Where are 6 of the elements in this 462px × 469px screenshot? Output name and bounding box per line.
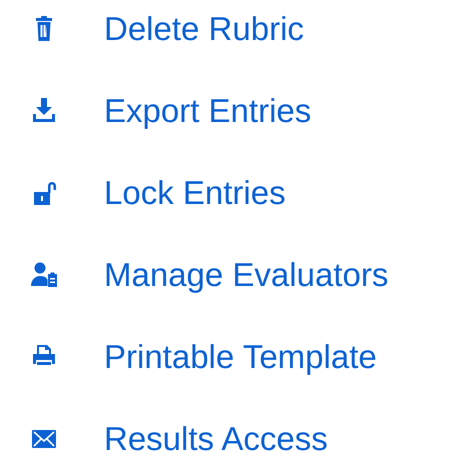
menu-link[interactable]: Printable Template — [22, 332, 377, 382]
menu-link[interactable]: Manage Evaluators — [22, 250, 388, 300]
menu-link[interactable]: Lock Entries — [22, 168, 286, 218]
menu-link[interactable]: Results Access — [22, 414, 328, 464]
menu-link[interactable]: Delete Rubric — [22, 4, 304, 54]
menu-link[interactable]: Export Entries — [22, 86, 312, 136]
